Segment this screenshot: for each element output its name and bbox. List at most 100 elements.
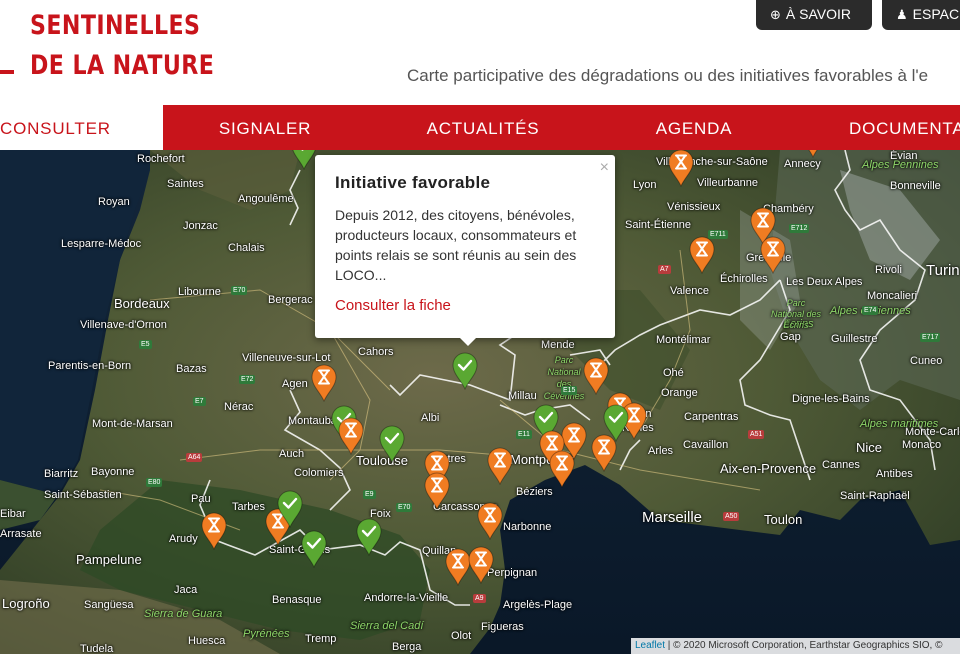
place-label: Vénissieux (667, 201, 721, 213)
place-label: Nice (856, 440, 883, 455)
place-label: Saint-Raphaël (840, 490, 910, 502)
place-label: Guillestre (831, 333, 878, 345)
info-popup: × Initiative favorable Depuis 2012, des … (315, 155, 615, 338)
place-label: Colomiers (294, 467, 344, 479)
nav-actualites[interactable]: ACTUALITÉS (367, 105, 599, 150)
place-label: Tremp (305, 633, 337, 645)
place-label: Bordeaux (114, 296, 170, 311)
place-label: Moncalieri (867, 290, 918, 302)
plus-circle-icon: ⊕ (770, 7, 781, 22)
place-label: Andorre-la-Vieille (364, 592, 449, 604)
popup-tip (458, 336, 478, 346)
road-shield: E717 (920, 333, 941, 342)
favorable-initiative-marker[interactable] (355, 518, 383, 556)
site-tagline: Carte participative des dégradations ou … (407, 66, 929, 85)
place-label: Villeurbanne (697, 177, 758, 189)
pending-report-marker[interactable] (476, 502, 504, 540)
popup-description: Depuis 2012, des citoyens, bénévoles, pr… (335, 207, 577, 283)
pending-report-marker[interactable] (200, 512, 228, 550)
place-label: Logroño (2, 596, 50, 611)
place-label: Mont-de-Marsan (92, 418, 173, 430)
pending-report-marker[interactable] (582, 357, 610, 395)
place-label: Argelès-Plage (503, 599, 573, 611)
place-label: Libourne (178, 286, 221, 298)
place-label: Marseille (642, 509, 703, 526)
place-label: Antibes (876, 468, 913, 480)
place-label: Bergerac (268, 294, 313, 306)
place-label: Orange (661, 387, 698, 399)
place-label: Lesparre-Médoc (61, 238, 142, 250)
attribution-text: | © 2020 Microsoft Corporation, Earthsta… (665, 640, 943, 651)
favorable-initiative-marker[interactable] (290, 150, 318, 170)
place-label: Cavaillon (683, 439, 729, 451)
pending-report-marker[interactable] (337, 417, 365, 455)
nav-signaler[interactable]: SIGNALER (163, 105, 367, 150)
espace-button[interactable]: ♟ ESPAC (882, 0, 960, 30)
favorable-initiative-marker[interactable] (300, 530, 328, 568)
place-label: Biarritz (44, 468, 79, 480)
place-label: Toulon (764, 512, 803, 527)
pending-report-marker[interactable] (759, 236, 787, 274)
road-shield: E5 (139, 340, 152, 349)
place-label: Nérac (224, 401, 254, 413)
region-label: Sierra de Guara (144, 608, 223, 620)
place-label: Cannes (822, 459, 860, 471)
place-label: Monaco (902, 439, 942, 451)
favorable-initiative-marker[interactable] (276, 490, 304, 528)
pending-report-marker[interactable] (310, 364, 338, 402)
road-shield: E7 (193, 397, 206, 406)
place-label: Royan (98, 196, 130, 208)
user-icon: ♟ (896, 7, 908, 22)
nav-agenda[interactable]: AGENDA (599, 105, 789, 150)
logo-line-2: DE LA NATURE (30, 50, 215, 81)
pending-report-marker[interactable] (688, 236, 716, 274)
place-label: Rivoli (875, 264, 902, 276)
road-shield: E11 (516, 430, 532, 439)
nav-consulter[interactable]: CONSULTER (0, 105, 163, 150)
favorable-initiative-marker[interactable] (451, 352, 479, 390)
popup-close-button[interactable]: × (600, 159, 609, 177)
place-label: Saint-Sébastien (44, 489, 122, 501)
leaflet-link[interactable]: Leaflet (635, 640, 665, 651)
road-shield: A7 (658, 265, 671, 274)
road-shield: E70 (231, 286, 248, 295)
place-label: Aix-en-Provence (720, 461, 817, 476)
nav-documentation[interactable]: DOCUMENTA (789, 105, 960, 150)
region-label: Sierra del Cadí (350, 620, 424, 632)
place-label: Tarbes (232, 501, 266, 513)
pending-report-marker[interactable] (667, 150, 695, 187)
pending-report-marker[interactable] (467, 546, 495, 584)
place-label: Tudela (80, 643, 114, 654)
place-label: Agen (282, 378, 308, 390)
place-label: Angoulême (238, 193, 294, 205)
pending-report-marker[interactable] (548, 450, 576, 488)
map-attribution: Leaflet | © 2020 Microsoft Corporation, … (631, 638, 960, 654)
consulter-fiche-link[interactable]: Consulter la fiche (335, 297, 595, 314)
place-label: Sangüesa (84, 599, 134, 611)
place-label: Villeneuve-sur-Lot (242, 352, 331, 364)
region-label: Alpes Pennines (862, 159, 939, 171)
place-label: Bazas (176, 363, 207, 375)
place-label: Gap (780, 331, 801, 343)
place-label: Les Deux Alpes (786, 276, 863, 288)
road-shield: A9 (473, 594, 486, 603)
map-view[interactable]: Rochefort Saintes Angoulême Royan Jonzac… (0, 150, 960, 654)
pending-report-marker[interactable] (423, 472, 451, 510)
pending-report-marker[interactable] (486, 447, 514, 485)
favorable-initiative-marker[interactable] (378, 425, 406, 463)
main-nav: CONSULTER SIGNALER ACTUALITÉS AGENDA DOC… (0, 105, 960, 150)
pending-report-marker[interactable] (590, 434, 618, 472)
site-logo[interactable]: SENTINELLES DE LA NATURE (30, 6, 214, 86)
place-label: Jaca (174, 584, 198, 596)
road-shield: E712 (789, 224, 810, 233)
place-label: Huesca (188, 635, 226, 647)
place-label: Ohé (663, 367, 684, 379)
pending-report-marker[interactable] (799, 150, 827, 158)
place-label: Lyon (633, 179, 657, 191)
a-savoir-button[interactable]: ⊕ À SAVOIR (756, 0, 872, 30)
place-label: Mende (541, 339, 575, 351)
place-label: Arrasate (0, 528, 42, 540)
place-label: Chalais (228, 242, 265, 254)
place-label: Arudy (169, 533, 198, 545)
place-label: Auch (279, 448, 305, 460)
